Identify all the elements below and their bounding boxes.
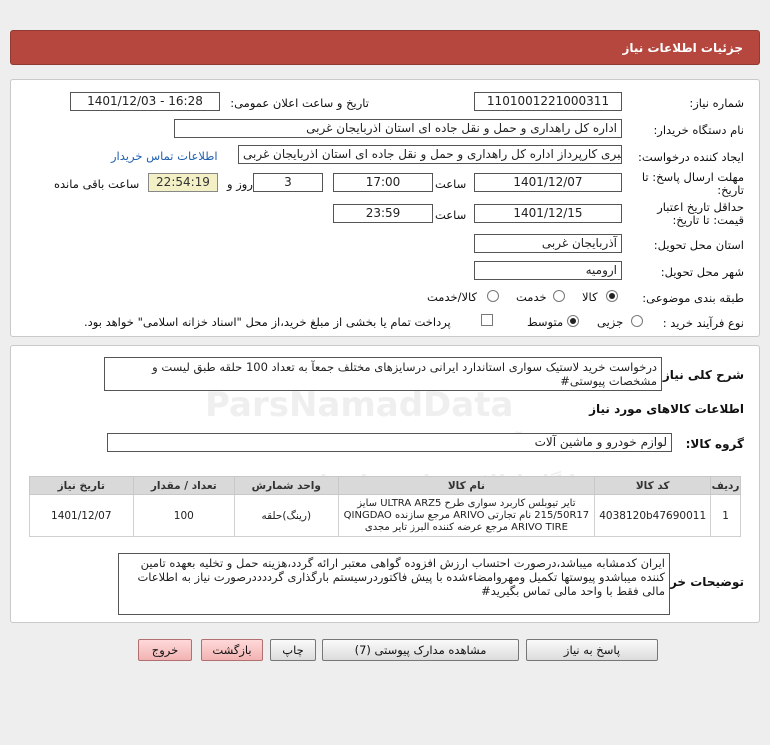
- validity-label: حداقل تاریخ اعتبار: [657, 200, 744, 214]
- goods-table: ردیف کد کالا نام کالا واحد شمارش تعداد /…: [29, 476, 741, 537]
- print-button[interactable]: چاپ: [270, 639, 316, 661]
- reply-button[interactable]: پاسخ به نیاز: [526, 639, 658, 661]
- cell-row: 1: [710, 494, 741, 537]
- page-header: جزئیات اطلاعات نیاز: [10, 30, 760, 65]
- category-radio-service[interactable]: [553, 290, 565, 302]
- process-option-medium: متوسط: [527, 315, 564, 329]
- goods-group-field: لوازم خودرو و ماشین آلات: [107, 433, 672, 452]
- requester-field: مهدی اکبری کارپرداز اداره کل راهداری و ح…: [238, 145, 622, 164]
- process-radio-minor[interactable]: [631, 315, 643, 327]
- summary-label: شرح کلی نیاز:: [658, 368, 744, 382]
- city-label: شهر محل تحویل:: [660, 265, 744, 279]
- deadline-time-field: 17:00: [333, 173, 433, 192]
- category-option-goods-service: کالا/خدمت: [427, 290, 478, 304]
- summary-text: درخواست خرید لاستیک سواری استاندارد ایرا…: [104, 357, 662, 391]
- treasury-payment-note: پرداخت تمام یا بخشی از مبلغ خرید،از محل …: [84, 315, 451, 329]
- goods-group-label: گروه کالا:: [685, 437, 744, 451]
- validity-time-label: ساعت: [435, 208, 467, 222]
- goods-section-title: اطلاعات کالاهای مورد نیاز: [589, 402, 744, 416]
- buyer-notes-text: ایران کدمشابه میباشد،درصورت احتساب ارزش …: [118, 553, 670, 615]
- exit-button[interactable]: خروج: [138, 639, 192, 661]
- back-button[interactable]: بازگشت: [201, 639, 263, 661]
- process-radio-medium[interactable]: [567, 315, 579, 327]
- buyer-org-label: نام دستگاه خریدار:: [653, 123, 744, 137]
- cell-qty: 100: [132, 494, 236, 537]
- category-option-goods: کالا: [582, 290, 598, 304]
- cell-unit: (رینگ)حلقه: [234, 494, 339, 537]
- deadline-label: مهلت ارسال پاسخ: تا: [641, 170, 744, 184]
- category-radio-goods-service[interactable]: [487, 290, 499, 302]
- deadline-time-label: ساعت: [435, 177, 467, 191]
- announce-datetime-field: 1401/12/03 - 16:28: [70, 92, 220, 111]
- cell-name: تایر تیوبلس کاربرد سواری طرح ULTRA ARZ5 …: [337, 494, 596, 537]
- validity-label-2: قیمت: تا تاریخ:: [672, 213, 744, 227]
- province-label: استان محل تحویل:: [653, 238, 744, 252]
- validity-time-field: 23:59: [333, 204, 433, 223]
- cell-date: 1401/12/07: [29, 494, 134, 537]
- city-field: ارومیه: [474, 261, 622, 280]
- cell-code: 4038120b47690011: [594, 494, 712, 537]
- process-type-label: نوع فرآیند خرید :: [662, 316, 744, 330]
- days-label: روز و: [227, 177, 253, 191]
- attachments-button[interactable]: مشاهده مدارک پیوستی (7): [322, 639, 519, 661]
- category-radio-goods[interactable]: [606, 290, 618, 302]
- process-option-minor: جزیی: [597, 315, 624, 329]
- province-field: آذربایجان غربی: [474, 234, 622, 253]
- need-number-field: 1101001221000311: [474, 92, 622, 111]
- remaining-time-field: 22:54:19: [148, 173, 218, 192]
- category-option-service: خدمت: [516, 290, 547, 304]
- col-qty: تعداد / مقدار: [132, 476, 236, 495]
- col-unit: واحد شمارش: [234, 476, 339, 495]
- announce-label: تاریخ و ساعت اعلان عمومی:: [230, 96, 369, 110]
- deadline-date-field: 1401/12/07: [474, 173, 622, 192]
- buyer-contact-link[interactable]: اطلاعات تماس خریدار: [111, 149, 218, 163]
- days-remaining-field: 3: [253, 173, 323, 192]
- col-name: نام کالا: [337, 476, 596, 495]
- table-row: 1 4038120b47690011 تایر تیوبلس کاربرد سو…: [29, 494, 741, 537]
- buyer-org-field: اداره کل راهداری و حمل و نقل جاده ای است…: [174, 119, 622, 138]
- page-title: جزئیات اطلاعات نیاز: [622, 41, 743, 55]
- deadline-label-2: تاریخ:: [717, 183, 744, 197]
- validity-date-field: 1401/12/15: [474, 204, 622, 223]
- col-date: تاریخ نیاز: [29, 476, 134, 495]
- category-label: طبقه بندی موضوعی:: [642, 291, 744, 305]
- need-number-label: شماره نیاز:: [689, 96, 744, 110]
- col-code: کد کالا: [594, 476, 712, 495]
- treasury-payment-checkbox[interactable]: [481, 314, 493, 326]
- requester-label: ایجاد کننده درخواست:: [638, 150, 744, 164]
- col-row: ردیف: [710, 476, 741, 495]
- remaining-time-label: ساعت باقی مانده: [54, 177, 140, 191]
- goods-table-header: ردیف کد کالا نام کالا واحد شمارش تعداد /…: [29, 476, 741, 495]
